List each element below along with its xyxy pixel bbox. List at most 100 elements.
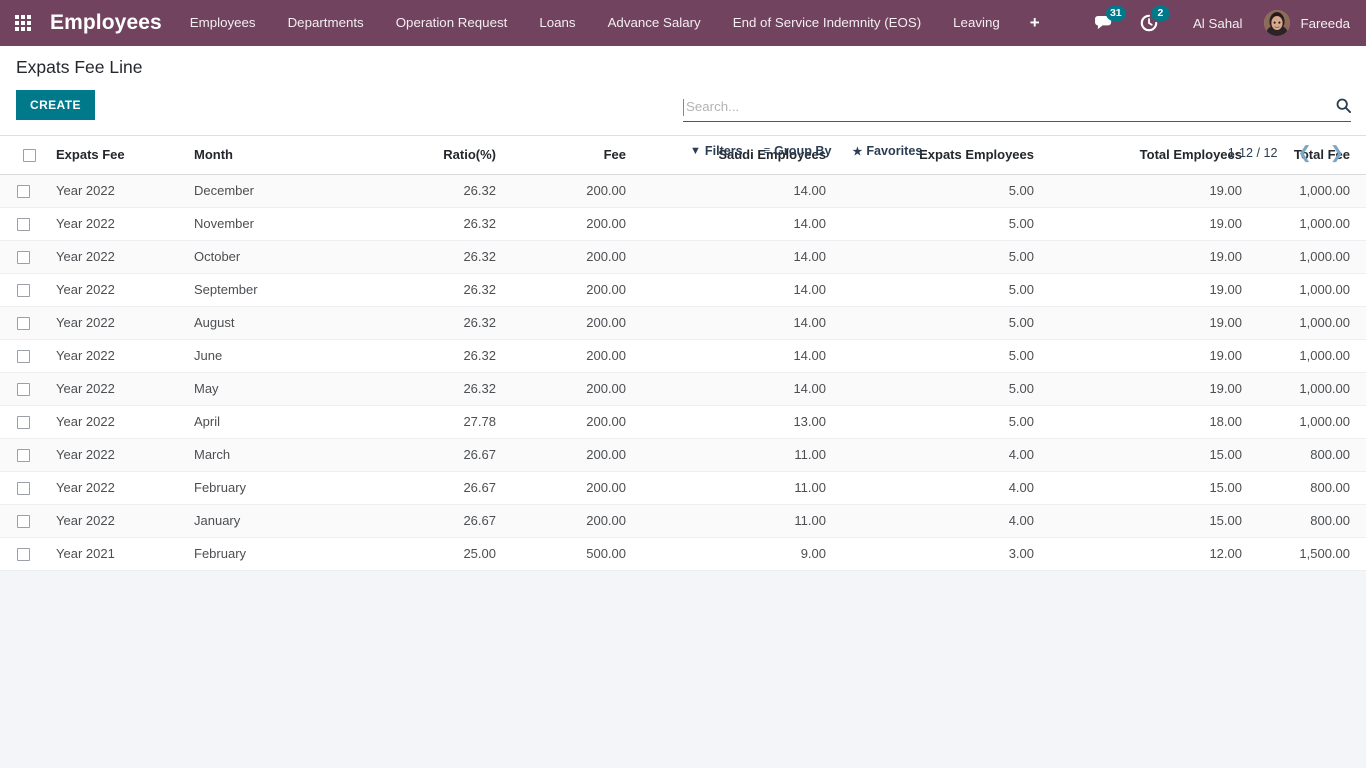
cell-expats-employees: 5.00 — [840, 174, 1048, 208]
cell-total-employees: 12.00 — [1048, 537, 1256, 571]
row-checkbox[interactable] — [17, 383, 30, 397]
activities-badge: 2 — [1150, 6, 1170, 21]
cell-month: August — [180, 306, 390, 340]
row-select-cell — [0, 372, 42, 406]
table-row[interactable]: Year 2022 February 26.67 200.00 11.00 4.00 15.… — [0, 471, 1366, 505]
filters-button[interactable]: ▼ Filters — [690, 144, 754, 158]
menu-item-end-of-service-indemnity[interactable]: End of Service Indemnity (EOS) — [717, 0, 937, 46]
cell-ratio: 26.32 — [390, 207, 510, 241]
messages-badge: 31 — [1105, 6, 1126, 21]
row-select-cell — [0, 438, 42, 472]
cell-fee: 200.00 — [510, 372, 640, 406]
control-panel: Expats Fee Line CREATE ▼ Filters ≡ Group… — [0, 46, 1366, 161]
row-checkbox[interactable] — [17, 185, 30, 199]
cell-total-fee: 1,000.00 — [1256, 372, 1366, 406]
table-row[interactable]: Year 2022 May 26.32 200.00 14.00 5.00 19.00 1,0… — [0, 372, 1366, 406]
column-header-total-employees[interactable]: Total Employees — [1048, 136, 1256, 175]
cell-total-employees: 18.00 — [1048, 405, 1256, 439]
row-checkbox[interactable] — [17, 416, 30, 430]
row-checkbox[interactable] — [17, 515, 30, 529]
cell-expats-employees: 4.00 — [840, 471, 1048, 505]
group-by-button[interactable]: ≡ Group By — [764, 144, 843, 158]
table-row[interactable]: Year 2022 January 26.67 200.00 11.00 4.00 15.0… — [0, 504, 1366, 538]
search-icon[interactable] — [1330, 98, 1351, 117]
search-input[interactable] — [683, 99, 1330, 116]
cell-total-fee: 1,000.00 — [1256, 174, 1366, 208]
row-checkbox[interactable] — [17, 449, 30, 463]
menu-item-operation-request[interactable]: Operation Request — [380, 0, 524, 46]
cell-fee: 200.00 — [510, 405, 640, 439]
cell-month: October — [180, 240, 390, 274]
cell-month: April — [180, 405, 390, 439]
column-header-expats-fee[interactable]: Expats Fee — [42, 136, 180, 175]
table-row[interactable]: Year 2022 October 26.32 200.00 14.00 5.00 19.0… — [0, 240, 1366, 274]
cell-total-employees: 19.00 — [1048, 273, 1256, 307]
cell-expats-employees: 5.00 — [840, 372, 1048, 406]
row-select-cell — [0, 537, 42, 571]
row-checkbox[interactable] — [17, 548, 30, 562]
navbar-right-group: 31 2 Al Sahal Fareeda — [1082, 0, 1366, 46]
row-checkbox[interactable] — [17, 317, 30, 331]
company-switcher[interactable]: Al Sahal — [1171, 16, 1257, 31]
cell-ratio: 27.78 — [390, 405, 510, 439]
cell-ratio: 26.32 — [390, 339, 510, 373]
row-checkbox[interactable] — [17, 350, 30, 364]
cell-total-fee: 1,000.00 — [1256, 306, 1366, 340]
cell-expats-fee: Year 2022 — [42, 438, 180, 472]
add-menu-plus-icon[interactable]: + — [1016, 0, 1054, 46]
menu-item-departments[interactable]: Departments — [272, 0, 380, 46]
row-checkbox[interactable] — [17, 284, 30, 298]
menu-item-employees[interactable]: Employees — [174, 0, 272, 46]
cell-expats-fee: Year 2022 — [42, 372, 180, 406]
column-header-month[interactable]: Month — [180, 136, 390, 175]
cell-month: March — [180, 438, 390, 472]
apps-grid-icon[interactable] — [0, 0, 46, 46]
chevron-left-icon[interactable]: ❮ — [1290, 144, 1320, 161]
cell-saudi-employees: 14.00 — [640, 339, 840, 373]
table-row[interactable]: Year 2022 April 27.78 200.00 13.00 5.00 18.00 1… — [0, 405, 1366, 439]
cell-saudi-employees: 14.00 — [640, 273, 840, 307]
row-checkbox[interactable] — [17, 251, 30, 265]
cell-saudi-employees: 13.00 — [640, 405, 840, 439]
filters-label: Filters — [704, 144, 743, 158]
cell-month: February — [180, 471, 390, 505]
cell-month: January — [180, 504, 390, 538]
table-row[interactable]: Year 2022 September 26.32 200.00 14.00 5.00 19… — [0, 273, 1366, 307]
user-menu[interactable]: Fareeda — [1256, 10, 1356, 36]
table-row[interactable]: Year 2022 March 26.67 200.00 11.00 4.00 15.00 8… — [0, 438, 1366, 472]
table-row[interactable]: Year 2022 November 26.32 200.00 14.00 5.00 19.… — [0, 207, 1366, 241]
create-button[interactable]: CREATE — [16, 90, 95, 120]
column-header-ratio[interactable]: Ratio(%) — [390, 136, 510, 175]
menu-item-loans[interactable]: Loans — [523, 0, 591, 46]
row-select-cell — [0, 504, 42, 538]
table-row[interactable]: Year 2021 February 25.00 500.00 9.00 3.00 12.0… — [0, 537, 1366, 571]
cell-expats-fee: Year 2022 — [42, 471, 180, 505]
cell-saudi-employees: 11.00 — [640, 504, 840, 538]
row-checkbox[interactable] — [17, 218, 30, 232]
cell-month: June — [180, 339, 390, 373]
favorites-button[interactable]: ★ Favorites — [852, 144, 933, 158]
cell-saudi-employees: 14.00 — [640, 372, 840, 406]
cell-expats-employees: 4.00 — [840, 504, 1048, 538]
menu-item-advance-salary[interactable]: Advance Salary — [592, 0, 717, 46]
cell-saudi-employees: 14.00 — [640, 306, 840, 340]
cell-month: September — [180, 273, 390, 307]
column-header-fee[interactable]: Fee — [510, 136, 640, 175]
table-row[interactable]: Year 2022 June 26.32 200.00 14.00 5.00 19.00 1,… — [0, 339, 1366, 373]
table-row[interactable]: Year 2022 August 26.32 200.00 14.00 5.00 19.00… — [0, 306, 1366, 340]
app-brand-title[interactable]: Employees — [46, 11, 174, 35]
cell-fee: 200.00 — [510, 207, 640, 241]
messages-button[interactable]: 31 — [1082, 0, 1127, 46]
cell-total-employees: 15.00 — [1048, 438, 1256, 472]
activities-button[interactable]: 2 — [1127, 0, 1171, 46]
cell-expats-employees: 3.00 — [840, 537, 1048, 571]
cell-ratio: 26.32 — [390, 273, 510, 307]
avatar — [1264, 10, 1291, 36]
chevron-right-icon[interactable]: ❯ — [1322, 144, 1352, 161]
select-all-checkbox[interactable] — [23, 149, 36, 163]
row-checkbox[interactable] — [17, 482, 30, 496]
pager-range: 1-12 / 12 — [1227, 145, 1278, 160]
cell-saudi-employees: 14.00 — [640, 174, 840, 208]
table-row[interactable]: Year 2022 December 26.32 200.00 14.00 5.00 19.… — [0, 174, 1366, 208]
menu-item-leaving[interactable]: Leaving — [937, 0, 1016, 46]
